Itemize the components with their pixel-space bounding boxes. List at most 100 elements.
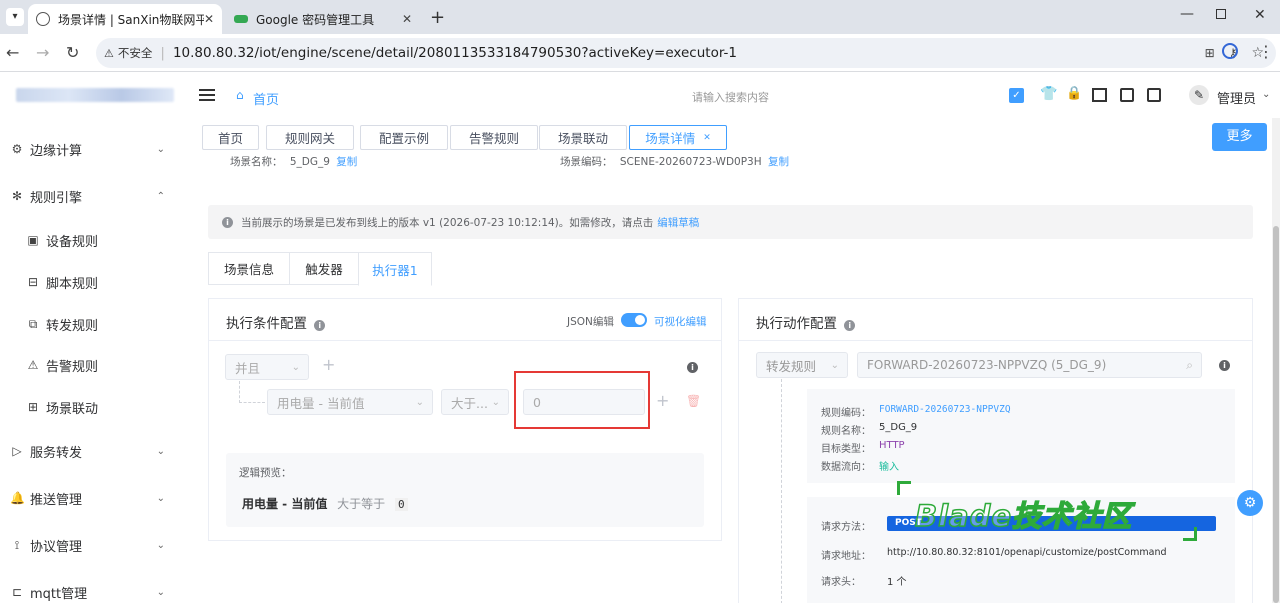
rule-select[interactable]: FORWARD-20260723-NPPVZQ (5_DG_9) ⌕ xyxy=(857,352,1202,378)
shirt-icon[interactable]: 👕 xyxy=(1040,86,1057,102)
sidebar-item-protocol[interactable]: ⟟ 协议管理 ⌄ xyxy=(0,530,187,560)
tag-label: 配置示例 xyxy=(378,131,429,146)
subtab-scene-info[interactable]: 场景信息 xyxy=(208,252,290,285)
tag-config-example[interactable]: 配置示例 xyxy=(360,125,448,150)
browser-tab[interactable]: Google 密码管理工具 ✕ xyxy=(226,4,420,34)
hamburger-icon[interactable] xyxy=(199,89,215,101)
lock-icon[interactable]: 🔒 xyxy=(1066,86,1082,101)
sidebar-item-script-rule[interactable]: ⊟ 脚本规则 xyxy=(0,267,187,297)
menu-dots-icon[interactable]: ⋮ xyxy=(1258,42,1274,61)
search-input[interactable]: 请输入搜索内容 xyxy=(692,89,769,105)
sidebar-item-label: 服务转发 xyxy=(30,445,83,461)
action-type-select[interactable]: 转发规则 ⌄ xyxy=(756,352,848,378)
breadcrumb-home[interactable]: 首页 xyxy=(253,89,279,108)
avatar[interactable]: ✎ xyxy=(1189,85,1209,105)
warning-icon: ⚠ xyxy=(104,46,114,60)
info-icon: i xyxy=(314,320,326,331)
sidebar-item-label: mqtt管理 xyxy=(30,586,88,602)
sidebar-item-push[interactable]: 🔔 推送管理 ⌄ xyxy=(0,483,187,513)
sidebar-item-edge[interactable]: ⚙ 边缘计算 ⌄ xyxy=(0,134,187,164)
close-tab-icon[interactable]: ✕ xyxy=(204,12,214,26)
action-card: 执行动作配置 i 转发规则 ⌄ FORWARD-20260723-NPPVZQ (… xyxy=(738,298,1253,603)
fullscreen-icon[interactable] xyxy=(1120,88,1134,102)
sidebar-item-service[interactable]: ▷ 服务转发 ⌄ xyxy=(0,436,187,466)
forward-icon: ⧉ xyxy=(28,316,38,331)
browser-tab-strip: ▾ 场景详情 | SanXin物联网平台 ✕ Google 密码管理工具 ✕ +… xyxy=(0,0,1280,34)
close-tab-icon[interactable]: ✕ xyxy=(402,12,412,26)
chevron-down-icon: ⌄ xyxy=(156,492,165,504)
alarm-icon: ⚠ xyxy=(27,358,39,372)
mode-switch[interactable] xyxy=(621,313,647,327)
field-select[interactable]: 用电量 - 当前值 ⌄ xyxy=(267,389,433,415)
edit-draft-link[interactable]: 编辑草稿 xyxy=(657,215,699,230)
back-icon[interactable]: ← xyxy=(6,43,19,62)
delete-icon[interactable]: 🗑 xyxy=(686,394,701,408)
logic-preview: 逻辑预览： 用电量 - 当前值 大于等于 0 xyxy=(226,453,704,527)
close-icon[interactable]: ✕ xyxy=(703,133,711,143)
new-tab-button[interactable]: + xyxy=(430,7,445,28)
tag-label: 告警规则 xyxy=(468,131,519,146)
sidebar-item-label: 告警规则 xyxy=(46,359,99,375)
chevron-down-icon: ⌄ xyxy=(156,445,165,457)
sidebar-item-forward-rule[interactable]: ⧉ 转发规则 xyxy=(0,309,187,339)
url-text: 10.80.80.32/iot/engine/scene/detail/2080… xyxy=(172,45,737,61)
add-icon[interactable]: + xyxy=(656,391,669,410)
divider: | xyxy=(160,45,165,61)
tag-scene-linkage[interactable]: 场景联动 xyxy=(539,125,627,150)
rule-detail-box: 规则编码： FORWARD-20260723-NPPVZQ 规则名称： 5_DG… xyxy=(807,389,1235,483)
scene-name-row: 场景名称： 5_DG_9 复制 xyxy=(230,156,357,169)
select-value: 转发规则 xyxy=(766,358,817,374)
checkbox-icon[interactable]: ✓ xyxy=(1009,88,1024,103)
detail-value: HTTP xyxy=(879,440,905,451)
tag-rule-gateway[interactable]: 规则网关 xyxy=(266,125,354,150)
notice-text: 当前展示的场景是已发布到线上的版本 v1 (2026-07-23 10:12:1… xyxy=(241,216,654,229)
detail-key: 数据流向： xyxy=(821,462,871,473)
protocol-icon: ⟟ xyxy=(14,537,20,552)
copy-link[interactable]: 复制 xyxy=(768,156,789,168)
chevron-down-icon: ⌄ xyxy=(415,396,424,408)
detail-key: 目标类型： xyxy=(821,444,871,455)
tree-line xyxy=(781,379,801,603)
script-icon: ⊟ xyxy=(27,275,39,289)
screenshot-icon[interactable] xyxy=(1092,88,1107,102)
sidebar-item-mqtt[interactable]: ⊏ mqtt管理 ⌄ xyxy=(0,577,187,603)
subtab-trigger[interactable]: 触发器 xyxy=(289,252,359,285)
url-label: 请求地址： xyxy=(821,551,871,562)
settings-float-button[interactable]: ⚙ xyxy=(1237,490,1263,516)
tab-search-button[interactable]: ▾ xyxy=(6,8,24,26)
restore-icon[interactable] xyxy=(1216,9,1226,19)
theme-icon[interactable] xyxy=(1147,88,1161,102)
scene-icon: ⊞ xyxy=(27,400,39,414)
profile-icon[interactable] xyxy=(1222,43,1238,59)
browser-tab-active[interactable]: 场景详情 | SanXin物联网平台 ✕ xyxy=(28,4,222,34)
scrollbar[interactable] xyxy=(1272,118,1280,603)
info-icon: i xyxy=(222,216,233,228)
subtab-executor[interactable]: 执行器1 xyxy=(358,252,432,286)
sidebar-item-device-rule[interactable]: ▣ 设备规则 xyxy=(0,225,187,255)
user-name[interactable]: 管理员 xyxy=(1217,88,1256,107)
logic-select[interactable]: 并且 ⌄ xyxy=(225,354,309,380)
translate-icon[interactable]: ⊞ xyxy=(1205,46,1215,60)
chevron-down-icon[interactable]: ⌄ xyxy=(1262,89,1270,100)
tag-alarm-rule[interactable]: 告警规则 xyxy=(450,125,538,150)
chevron-down-icon: ⌄ xyxy=(156,539,165,551)
close-window-icon[interactable]: ✕ xyxy=(1254,7,1266,23)
sidebar-item-label: 推送管理 xyxy=(30,492,83,508)
tag-label: 场景联动 xyxy=(557,131,608,146)
sidebar-item-scene[interactable]: ⊞ 场景联动 xyxy=(0,392,187,422)
more-button[interactable]: 更多 xyxy=(1212,123,1267,151)
info-icon: i xyxy=(1219,360,1230,371)
forward-icon[interactable]: → xyxy=(36,43,49,62)
tag-scene-detail[interactable]: 场景详情 ✕ xyxy=(629,125,727,150)
operator-select[interactable]: 大于... ⌄ xyxy=(441,389,509,415)
scene-name-value: 5_DG_9 xyxy=(289,156,330,168)
reload-icon[interactable]: ↻ xyxy=(66,43,79,62)
copy-link[interactable]: 复制 xyxy=(336,156,357,168)
sidebar-item-rules[interactable]: ✻ 规则引擎 ⌃ xyxy=(0,181,187,211)
url-field[interactable]: ⚠ 不安全 | 10.80.80.32/iot/engine/scene/det… xyxy=(96,38,1276,68)
add-icon[interactable]: + xyxy=(322,355,335,374)
minimize-icon[interactable]: — xyxy=(1180,6,1194,22)
tag-home[interactable]: 首页 xyxy=(202,125,259,150)
sidebar-item-alarm-rule[interactable]: ⚠ 告警规则 xyxy=(0,350,187,380)
tag-label: 首页 xyxy=(217,131,243,146)
